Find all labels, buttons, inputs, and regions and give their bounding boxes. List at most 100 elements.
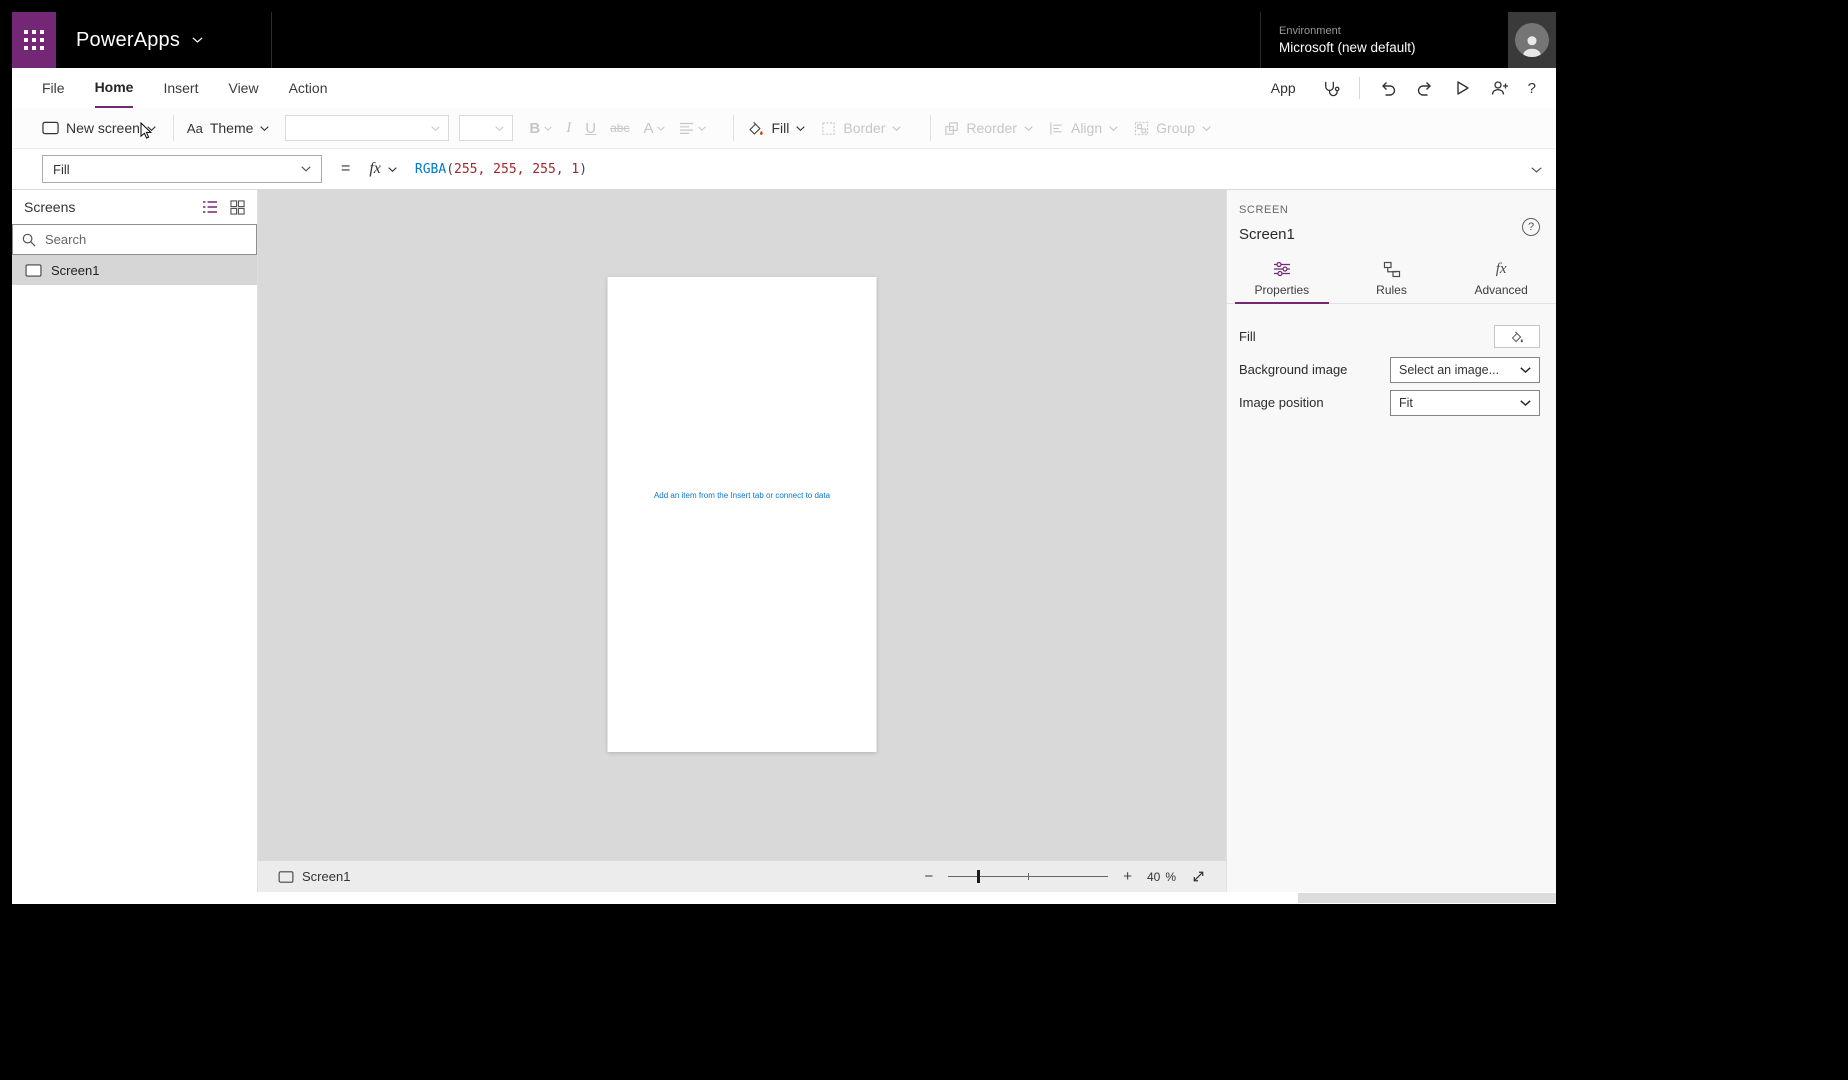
chevron-down-icon: [431, 126, 440, 131]
horizontal-scrollbar: [12, 892, 1556, 904]
formula-close-paren: ): [579, 162, 587, 177]
app-title: PowerApps: [76, 29, 180, 52]
fill-button[interactable]: Fill: [747, 120, 805, 137]
environment-selector[interactable]: Environment Microsoft (new default): [1260, 12, 1508, 68]
underline-button: U: [585, 120, 596, 137]
menu-item-action[interactable]: Action: [289, 68, 328, 108]
fill-color-button[interactable]: [1494, 325, 1540, 348]
theme-aa-icon: Aa: [187, 121, 203, 136]
menu-item-insert[interactable]: Insert: [163, 68, 198, 108]
selected-control-type: SCREEN: [1239, 204, 1288, 216]
share-add-person-icon[interactable]: [1490, 77, 1509, 99]
zoom-slider[interactable]: [948, 868, 1108, 885]
tab-properties-label: Properties: [1254, 283, 1309, 297]
screen-icon: [278, 871, 294, 883]
new-screen-button[interactable]: New screen: [42, 120, 156, 136]
image-position-select[interactable]: Fit: [1390, 390, 1540, 416]
tab-advanced[interactable]: fx Advanced: [1446, 254, 1556, 303]
current-screen-label: Screen1: [302, 869, 350, 884]
horizontal-scrollbar-thumb[interactable]: [1298, 893, 1556, 903]
screen-thumbnail-icon: [25, 264, 42, 277]
underline-label: U: [585, 120, 596, 137]
property-fields: Fill Background image Select an image...…: [1239, 320, 1540, 419]
current-screen-indicator: Screen1: [278, 869, 350, 884]
formula-expand-chevron[interactable]: [1531, 160, 1542, 178]
fx-dropdown[interactable]: fx: [369, 160, 397, 178]
environment-name: Microsoft (new default): [1279, 40, 1482, 55]
formula-function: RGBA: [415, 162, 446, 177]
menubar-divider: [1359, 77, 1360, 99]
selected-control-name: Screen1: [1239, 226, 1295, 243]
app-checker-icon[interactable]: [1321, 77, 1340, 99]
panel-help-icon[interactable]: ?: [1522, 218, 1540, 236]
help-icon[interactable]: ?: [1528, 77, 1536, 99]
powerapps-studio-window: PowerApps Environment Microsoft (new def…: [12, 12, 1556, 904]
app-title-dropdown[interactable]: PowerApps: [56, 12, 272, 68]
reorder-button: Reorder: [944, 120, 1033, 136]
menu-item-file[interactable]: File: [42, 68, 65, 108]
formula-arguments: 255, 255, 255, 1: [454, 162, 579, 177]
align-button: Align: [1049, 120, 1118, 136]
screens-panel: Screens Screen1: [12, 190, 258, 892]
background-image-select[interactable]: Select an image...: [1390, 357, 1540, 383]
formula-open-paren: (: [446, 162, 454, 177]
chevron-down-icon: [192, 37, 203, 43]
fill-label: Fill: [771, 120, 789, 136]
screen-design-surface[interactable]: Add an item from the Insert tab or conne…: [608, 277, 877, 752]
menubar: File Home Insert View Action App ?: [12, 68, 1556, 108]
waffle-icon: [24, 30, 44, 50]
border-label: Border: [843, 120, 885, 136]
new-screen-label: New screen: [66, 120, 140, 136]
fx-icon: fx: [369, 160, 381, 178]
menu-item-view[interactable]: View: [228, 68, 258, 108]
zoom-out-button[interactable]: −: [924, 869, 933, 884]
font-color-button: A: [643, 120, 665, 137]
zoom-slider-handle[interactable]: [977, 870, 980, 883]
equals-sign: =: [341, 160, 350, 178]
undo-icon[interactable]: [1379, 77, 1397, 99]
zoom-in-button[interactable]: +: [1123, 869, 1132, 884]
chevron-down-icon: [796, 126, 805, 131]
property-selector-value: Fill: [53, 162, 70, 177]
screens-title: Screens: [24, 199, 75, 215]
align-icon: [1049, 121, 1064, 136]
group-label: Group: [1156, 120, 1195, 136]
ribbon-toolbar: New screen Aa Theme B I U abc A: [12, 108, 1556, 149]
theme-label: Theme: [210, 120, 254, 136]
account-button[interactable]: [1508, 12, 1556, 68]
fit-to-window-icon[interactable]: [1191, 866, 1206, 888]
chevron-down-icon: [1024, 126, 1033, 131]
rules-flow-icon: [1383, 260, 1401, 278]
redo-icon[interactable]: [1416, 77, 1434, 99]
screen-list-item-screen1[interactable]: Screen1: [12, 255, 257, 285]
property-selector[interactable]: Fill: [42, 155, 322, 183]
screen-icon: [42, 121, 59, 135]
waffle-menu-button[interactable]: [12, 12, 56, 68]
canvas-statusbar: Screen1 − + 40 %: [258, 861, 1226, 892]
screens-search: [12, 224, 257, 255]
chevron-down-icon: [544, 126, 552, 131]
formula-input[interactable]: RGBA(255, 255, 255, 1): [415, 162, 587, 177]
text-align-button: [679, 122, 706, 135]
properties-panel: SCREEN ? Screen1 Properties Rules f: [1226, 190, 1556, 892]
background-image-label: Background image: [1239, 362, 1347, 377]
properties-sliders-icon: [1273, 260, 1291, 278]
chevron-down-icon: [260, 126, 269, 131]
search-input[interactable]: [45, 232, 247, 247]
border-button: Border: [821, 120, 901, 136]
tab-properties[interactable]: Properties: [1227, 254, 1337, 303]
image-position-value: Fit: [1399, 396, 1413, 410]
chevron-down-icon: [892, 126, 901, 131]
topbar: PowerApps Environment Microsoft (new def…: [12, 12, 1556, 68]
italic-button: I: [566, 120, 571, 137]
panel-tabs: Properties Rules fx Advanced: [1227, 254, 1556, 304]
grid-view-icon[interactable]: [230, 200, 245, 215]
strikethrough-label: abc: [610, 121, 629, 135]
tab-rules[interactable]: Rules: [1337, 254, 1447, 303]
list-view-icon[interactable]: [202, 200, 218, 214]
font-color-label: A: [643, 120, 653, 137]
theme-button[interactable]: Aa Theme: [187, 120, 269, 136]
play-preview-icon[interactable]: [1453, 77, 1471, 99]
menu-item-home[interactable]: Home: [95, 68, 134, 108]
menubar-right: App ?: [1271, 77, 1536, 99]
